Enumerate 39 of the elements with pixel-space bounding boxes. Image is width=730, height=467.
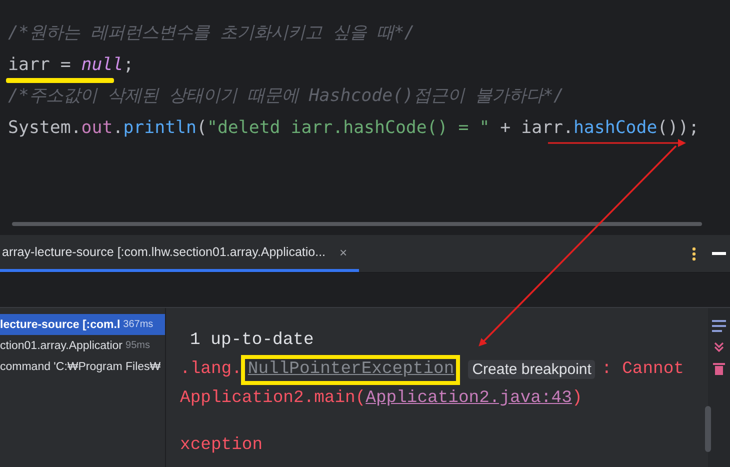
code-text: + iarr. bbox=[499, 116, 574, 140]
more-options-icon[interactable] bbox=[692, 246, 696, 260]
scrollbar[interactable] bbox=[705, 406, 711, 452]
trash-icon[interactable] bbox=[713, 362, 725, 375]
tab-label: array-lecture-source [:com.lhw.section01.array.Applicatio... bbox=[2, 245, 326, 259]
item-label: command 'C:₩Program Files₩ bbox=[0, 360, 161, 372]
code-text: ()); bbox=[657, 116, 700, 140]
item-label: ction01.array.Applicatior bbox=[0, 340, 123, 352]
error-text: ) bbox=[572, 389, 582, 408]
scrollbar[interactable] bbox=[12, 222, 702, 226]
code-text: System. bbox=[8, 116, 82, 140]
code-text: . bbox=[112, 116, 124, 140]
code-text: /*주소값이 삭제된 상태이기 때문에 Hashcode()접근이 불가하다*/ bbox=[8, 85, 564, 108]
code-text: /*원하는 레퍼런스변수를 초기화시키고 싶을 때*/ bbox=[8, 22, 415, 45]
file-link[interactable]: Application2.java:43 bbox=[366, 389, 572, 408]
run-tree-item[interactable]: command 'C:₩Program Files₩ bbox=[0, 356, 165, 377]
code-text: println bbox=[123, 116, 196, 140]
exception-link[interactable]: NullPointerException bbox=[248, 360, 454, 379]
code-text: "deletd iarr.hashCode() = " bbox=[206, 116, 490, 140]
code-text: iarr = bbox=[8, 54, 72, 77]
code-text: out bbox=[81, 116, 113, 140]
error-text: xception bbox=[180, 436, 263, 455]
error-text: .lang. bbox=[180, 360, 242, 379]
run-tree-item[interactable]: lecture-source [:com.l 367ms bbox=[0, 314, 165, 335]
run-tree-item[interactable]: ction01.array.Applicatior 95ms bbox=[0, 335, 165, 356]
error-text: Application2.main( bbox=[180, 389, 366, 408]
duration-label: 95ms bbox=[126, 340, 150, 351]
duration-label: 367ms bbox=[123, 319, 154, 330]
wrap-lines-icon[interactable] bbox=[712, 320, 726, 332]
tooltip: Create breakpoint bbox=[468, 360, 596, 379]
console-text: 1 up-to-date bbox=[189, 331, 314, 350]
code-text: ( bbox=[196, 116, 207, 140]
code-text: ; bbox=[123, 54, 134, 77]
scroll-end-icon[interactable] bbox=[713, 342, 725, 352]
item-label: lecture-source [:com.l bbox=[0, 318, 120, 330]
close-button[interactable]: × bbox=[340, 244, 348, 260]
code-text: null bbox=[81, 54, 124, 77]
code-text: hashCode bbox=[573, 116, 658, 140]
error-text: : Cannot bbox=[601, 360, 684, 379]
